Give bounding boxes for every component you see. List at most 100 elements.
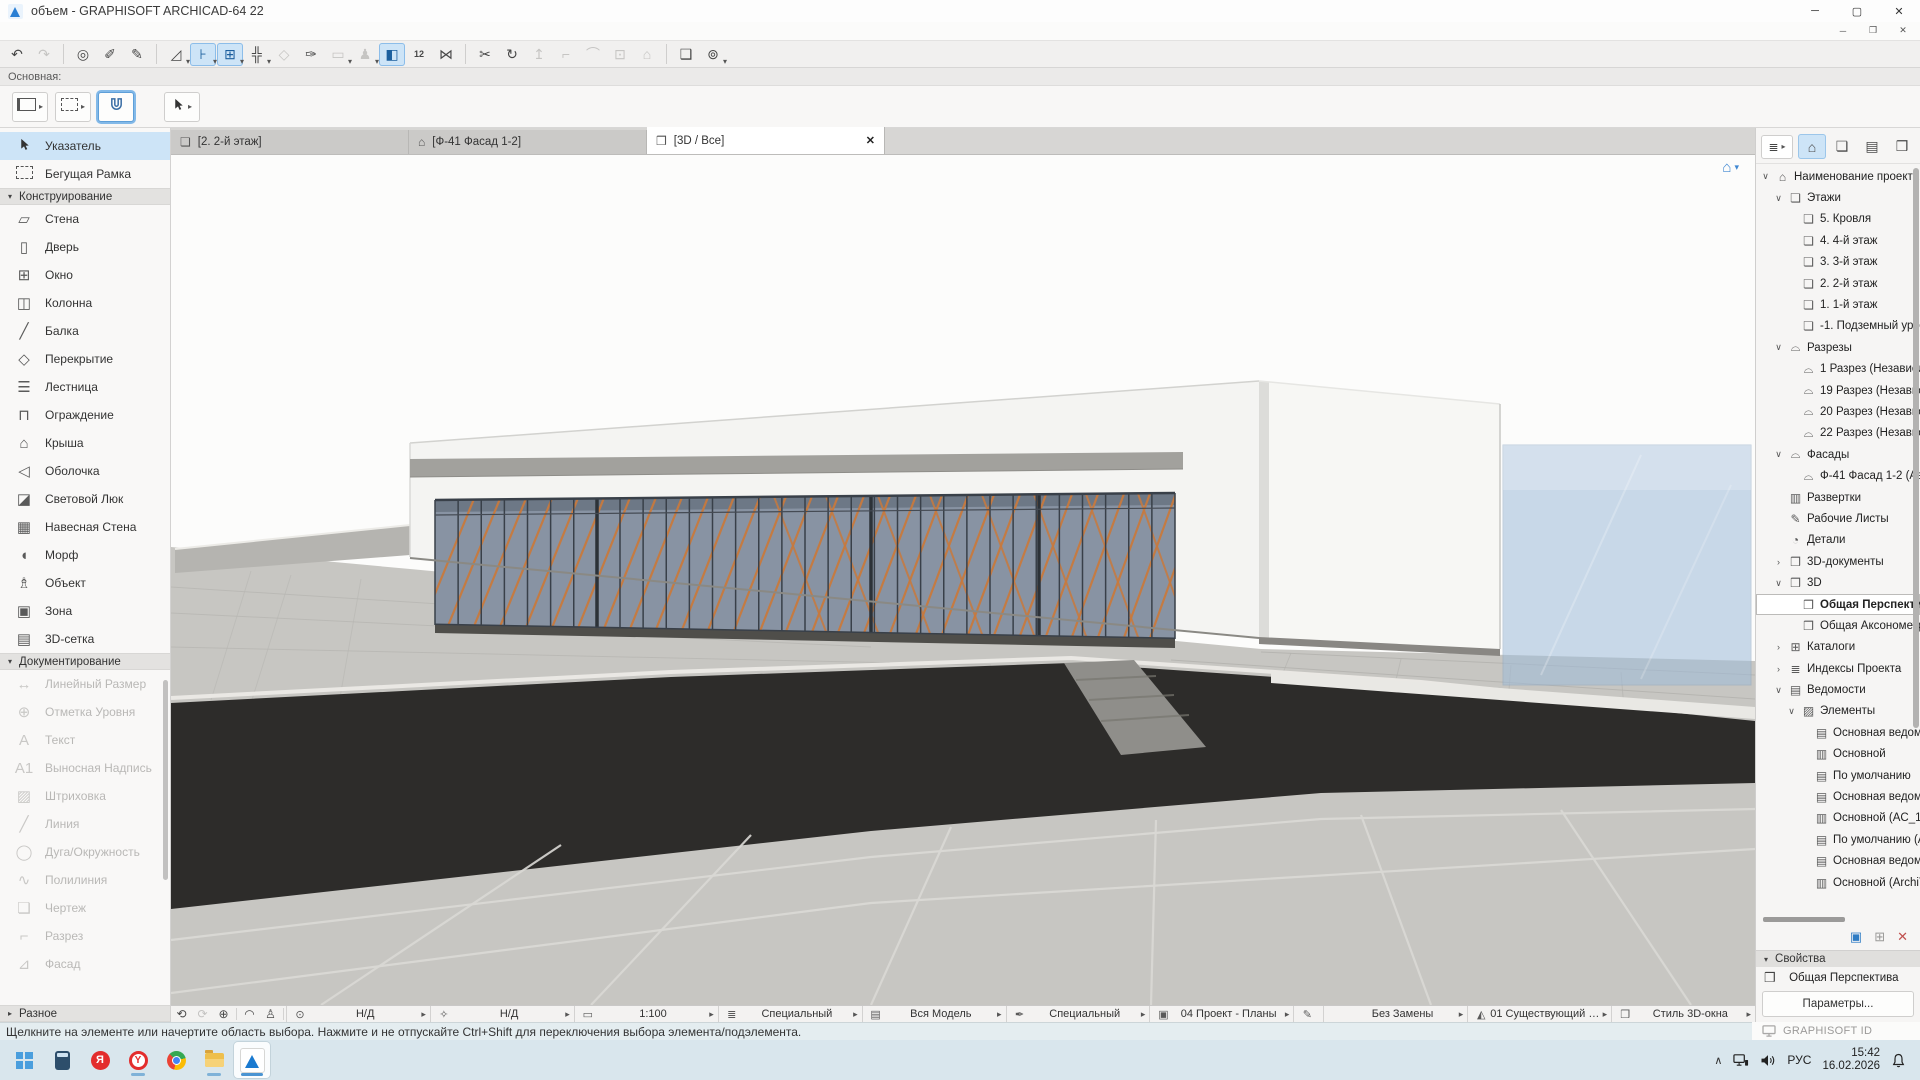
- pen-set[interactable]: ✒ Специальный ▸: [1006, 1006, 1150, 1022]
- view-settings-button[interactable]: Параметры...: [1762, 991, 1914, 1017]
- doc-minimize-button[interactable]: ─: [1828, 22, 1858, 39]
- toolbox-item[interactable]: ⌐ Разрез: [0, 922, 170, 950]
- taskbar-app-calculator[interactable]: [44, 1042, 80, 1078]
- close-button[interactable]: ✕: [1878, 0, 1920, 22]
- toolbox-item[interactable]: ∿ Полилиния: [0, 866, 170, 894]
- guide-lines-icon[interactable]: ◿ ▾: [163, 43, 189, 66]
- expander-icon[interactable]: ›: [1773, 557, 1784, 567]
- tree-item[interactable]: ▥ Основной (ArchiTe: [1756, 872, 1920, 893]
- delete-view-button[interactable]: ✕: [1897, 929, 1908, 945]
- doc-close-button[interactable]: ✕: [1888, 22, 1918, 39]
- doc-restore-button[interactable]: ❒: [1858, 22, 1888, 39]
- toolbox-item[interactable]: ❏ Чертеж: [0, 894, 170, 922]
- marquee-frame-icon[interactable]: ▭ ▾: [325, 43, 351, 66]
- tree-item[interactable]: ∨ ⌓ Фасады: [1756, 444, 1920, 465]
- project-map-icon[interactable]: ⌂: [1798, 134, 1826, 159]
- toolbox-item[interactable]: ☰ Лестница: [0, 373, 170, 401]
- tree-item[interactable]: ∨ ❒ 3D: [1756, 572, 1920, 593]
- tree-item[interactable]: ⌓ 20 Разрез (Независи: [1756, 401, 1920, 422]
- layer-combination[interactable]: ≣ Специальный ▸: [718, 1006, 862, 1022]
- toolbox-item[interactable]: ⊿ Фасад: [0, 950, 170, 978]
- ghost-display-icon[interactable]: ♟ ▾: [352, 43, 378, 66]
- floor-plan-cut-plane[interactable]: ⊙ Н/Д ▸: [286, 1006, 430, 1022]
- speaker-icon[interactable]: [1760, 1054, 1776, 1067]
- elevate-icon[interactable]: ↥: [526, 43, 552, 66]
- fillet-icon[interactable]: ⌒: [580, 43, 606, 66]
- taskbar-app-yandex-browser[interactable]: Y: [120, 1042, 156, 1078]
- renovation-filter[interactable]: ◭ 01 Существующий пл... ▸: [1467, 1006, 1611, 1022]
- toolbox-item[interactable]: Бегущая Рамка: [0, 160, 170, 188]
- tree-item[interactable]: ❏ 2. 2-й этаж: [1756, 273, 1920, 294]
- toolbox-item[interactable]: ◪ Световой Люк: [0, 485, 170, 513]
- corner-icon[interactable]: ⌐: [553, 43, 579, 66]
- toolbox-item[interactable]: ╱ Линия: [0, 810, 170, 838]
- expander-icon[interactable]: ∨: [1760, 171, 1771, 182]
- navigator-horizontal-scrollbar[interactable]: [1756, 914, 1920, 924]
- measure-icon[interactable]: 12: [406, 43, 432, 66]
- zoom-in-button[interactable]: ⊕: [213, 1007, 234, 1021]
- expander-icon[interactable]: ∨: [1773, 193, 1784, 204]
- scale[interactable]: ▭ 1:100 ▸: [574, 1006, 718, 1022]
- toolbox-item[interactable]: ◇ Перекрытие: [0, 345, 170, 373]
- expander-icon[interactable]: ∨: [1773, 685, 1784, 696]
- orbit-button[interactable]: ◠: [239, 1007, 260, 1021]
- tree-item[interactable]: ∨ ⌂ Наименование проекта: [1756, 166, 1920, 187]
- find-select-icon[interactable]: ◎: [70, 43, 96, 66]
- keyboard-language[interactable]: РУС: [1787, 1053, 1811, 1067]
- tree-item[interactable]: ▤ Основная ведомо: [1756, 851, 1920, 872]
- toolbox-item[interactable]: ◯ Дуга/Окружность: [0, 838, 170, 866]
- walk-mode-button[interactable]: ♙: [260, 1007, 281, 1021]
- split-icon[interactable]: ✂: [472, 43, 498, 66]
- tree-item[interactable]: ▤ Основная ведомо: [1756, 722, 1920, 743]
- reference-level[interactable]: ✧ Н/Д ▸: [430, 1006, 574, 1022]
- toolbox-item[interactable]: ↔ Линейный Размер: [0, 670, 170, 698]
- toolbox-item[interactable]: ◫ Колонна: [0, 289, 170, 317]
- close-tab-icon[interactable]: ✕: [866, 134, 875, 147]
- tab-floor-plan[interactable]: ❏ [2. 2-й этаж]: [171, 130, 409, 154]
- toolbox-item[interactable]: ▣ Зона: [0, 597, 170, 625]
- tree-item[interactable]: ❏ 4. 4-й этаж: [1756, 230, 1920, 251]
- tree-item[interactable]: ❏ -1. Подземный уров: [1756, 316, 1920, 337]
- tree-item[interactable]: ⌓ 22 Разрез (Независи: [1756, 423, 1920, 444]
- tree-item[interactable]: ⌓ 19 Разрез (Независи: [1756, 380, 1920, 401]
- toolbox-item[interactable]: ▱ Стена: [0, 205, 170, 233]
- navigator-vertical-scrollbar[interactable]: [1913, 168, 1919, 728]
- tree-item[interactable]: › ⊞ Каталоги: [1756, 637, 1920, 658]
- expander-icon[interactable]: ∨: [1773, 578, 1784, 589]
- taskbar-app-archicad[interactable]: [234, 1042, 270, 1078]
- taskbar-app-yandex[interactable]: Я: [82, 1042, 118, 1078]
- expander-icon[interactable]: ›: [1773, 642, 1784, 652]
- navigator-popup-button[interactable]: ⌂ ▾: [1722, 159, 1739, 176]
- tree-item[interactable]: ▤ По умолчанию: [1756, 765, 1920, 786]
- gravity-icon[interactable]: ◇: [271, 43, 297, 66]
- tab-elevation[interactable]: ⌂ [Ф-41 Фасад 1-2]: [409, 130, 647, 154]
- graphisoft-id-badge[interactable]: GRAPHISOFT ID: [1752, 1022, 1920, 1040]
- tree-item[interactable]: ∨ ⌓ Разрезы: [1756, 337, 1920, 358]
- toolbox-scrollbar[interactable]: [163, 680, 168, 880]
- expander-icon[interactable]: ∨: [1786, 706, 1797, 717]
- tree-item[interactable]: ✎ Рабочие Листы: [1756, 508, 1920, 529]
- toolbox-item[interactable]: ⊞ Окно: [0, 261, 170, 289]
- toolbox-item[interactable]: ▤ 3D-сетка: [0, 625, 170, 653]
- toolbox-item[interactable]: ◖ Морф: [0, 541, 170, 569]
- cutaway-icon[interactable]: ❑: [673, 43, 699, 66]
- tree-item[interactable]: ❏ 1. 1-й этаж: [1756, 294, 1920, 315]
- toolbox-item[interactable]: A Текст: [0, 726, 170, 754]
- save-view-options[interactable]: ✎: [1293, 1006, 1323, 1022]
- tree-item[interactable]: ❒ Общая Перспектив: [1756, 594, 1920, 615]
- tree-item[interactable]: ▥ Основной (AC_11_: [1756, 808, 1920, 829]
- camera-icon[interactable]: ⊚ ▾: [700, 43, 726, 66]
- minimize-button[interactable]: ─: [1794, 0, 1836, 22]
- tree-item[interactable]: ▤ Основная ведомо: [1756, 786, 1920, 807]
- marquee-dashed-button[interactable]: ▸: [55, 92, 91, 122]
- toolbox-item[interactable]: ◁ Оболочка: [0, 457, 170, 485]
- add-view-button[interactable]: ⊞: [1874, 929, 1885, 945]
- maximize-button[interactable]: ▢: [1836, 0, 1878, 22]
- toolbox-item[interactable]: ⊓ Ограждение: [0, 401, 170, 429]
- expander-icon[interactable]: ›: [1773, 664, 1784, 674]
- layout-book-icon[interactable]: ▤: [1858, 134, 1886, 159]
- tree-item[interactable]: ∨ ▨ Элементы: [1756, 701, 1920, 722]
- publisher-icon[interactable]: ❒: [1888, 134, 1916, 159]
- stretch-icon[interactable]: ⋈: [433, 43, 459, 66]
- 3d-style[interactable]: ❒ Стиль 3D-окна ▸: [1611, 1006, 1755, 1022]
